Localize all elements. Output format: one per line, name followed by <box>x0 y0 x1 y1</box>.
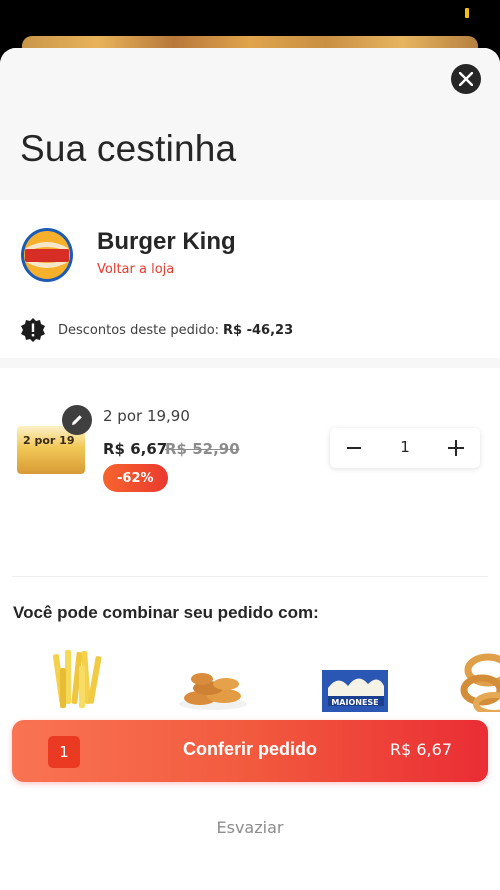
mayonnaise-icon: MAIONESE <box>322 670 388 712</box>
fries-icon <box>52 650 102 708</box>
increase-quantity-button[interactable] <box>438 428 474 468</box>
quantity-stepper: 1 <box>330 428 480 468</box>
suggestion-mayonnaise[interactable]: MAIONESE <box>320 648 390 712</box>
pencil-icon <box>72 415 82 425</box>
item-original-price: R$ 52,90 <box>165 440 240 458</box>
quantity-value: 1 <box>400 438 410 456</box>
divider <box>12 576 488 577</box>
sheet-header: Sua cestinha <box>0 48 500 200</box>
discount-value: R$ -46,23 <box>223 322 294 338</box>
back-to-store-link[interactable]: Voltar a loja <box>97 262 174 277</box>
edit-item-button[interactable] <box>62 405 92 435</box>
nuggets-icon <box>179 673 247 710</box>
decrease-quantity-button[interactable] <box>336 428 372 468</box>
cart-item: 2 por 19 2 por 19,90 R$ 6,67 R$ 52,90 -6… <box>0 398 500 508</box>
checkout-button[interactable]: 1 Conferir pedido R$ 6,67 <box>12 720 488 782</box>
discount-label: Descontos deste pedido: <box>58 322 220 338</box>
close-icon <box>459 72 473 86</box>
alert-badge-icon <box>21 318 45 342</box>
discount-badge: -62% <box>103 464 168 492</box>
checkout-total: R$ 6,67 <box>389 740 452 759</box>
mayonnaise-label: MAIONESE <box>331 698 378 707</box>
product-image-label: 2 por 19 <box>23 434 75 447</box>
onion-rings-icon <box>460 653 500 712</box>
suggestion-nuggets[interactable] <box>178 648 248 712</box>
section-divider <box>0 358 500 368</box>
cart-sheet: Sua cestinha Burger King Voltar a loja D… <box>0 48 500 890</box>
item-name: 2 por 19,90 <box>103 407 190 425</box>
burger-king-logo <box>20 226 74 284</box>
store-name: Burger King <box>97 228 236 255</box>
store-info: Burger King Voltar a loja <box>20 226 480 288</box>
minus-icon <box>347 447 361 449</box>
status-bar <box>0 0 500 40</box>
plus-icon <box>448 440 464 456</box>
suggestion-fries[interactable] <box>48 648 118 712</box>
status-indicator <box>465 8 469 18</box>
suggestion-onion-rings[interactable] <box>460 648 500 712</box>
close-button[interactable] <box>451 64 481 94</box>
suggestions-carousel: MAIONESE <box>0 648 500 712</box>
empty-cart-button[interactable]: Esvaziar <box>0 818 500 837</box>
discount-summary: Descontos deste pedido: R$ -46,23 <box>20 316 293 344</box>
item-price: R$ 6,67 <box>103 440 168 458</box>
page-title: Sua cestinha <box>20 128 237 169</box>
suggestions-title: Você pode combinar seu pedido com: <box>13 603 319 622</box>
